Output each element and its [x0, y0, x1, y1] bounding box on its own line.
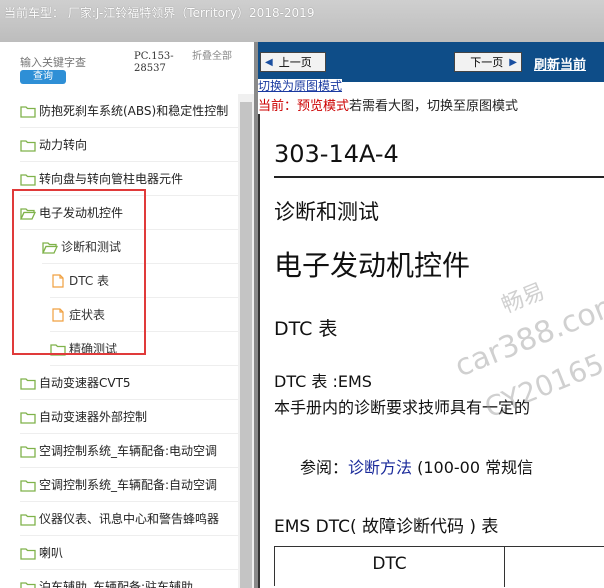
dtc-column-header: DTC [275, 547, 505, 587]
arrow-left-icon: ◀ [265, 56, 273, 68]
content-panel: ◀ 上一页 下一页 ▶ 刷新当前 切换为原图模式 当前：预览模式若需看大图，切换… [258, 42, 604, 588]
folder-icon [20, 479, 36, 492]
next-page-label: 下一页 [470, 56, 504, 69]
tree-item-label: 转向盘与转向管柱电器元件 [39, 172, 184, 186]
tree-item-label: 喇叭 [39, 546, 64, 560]
highlight-box [12, 189, 146, 355]
search-input[interactable] [20, 54, 108, 70]
doc-ems-heading: DTC 表 :EMS [274, 372, 372, 391]
scrollbar-thumb[interactable] [240, 102, 252, 588]
mode-status: 当前：预览模式若需看大图，切换至原图模式 [258, 95, 518, 114]
folder-icon [20, 513, 36, 526]
page-nav-bar: ◀ 上一页 下一页 ▶ 刷新当前 [258, 42, 604, 82]
doc-title: 电子发动机控件 [274, 249, 471, 282]
refresh-link[interactable]: 刷新当前 [534, 54, 586, 73]
tree-item-transmission-external[interactable]: 自动变速器外部控制 [20, 400, 238, 434]
folder-icon [20, 139, 36, 152]
doc-section: 诊断和测试 [274, 200, 379, 224]
prev-page-label: 上一页 [278, 56, 312, 69]
tree-item-label: 自动变速器CVT5 [39, 376, 131, 390]
tree-item-instrument-cluster[interactable]: 仪器仪表、讯息中心和警告蜂鸣器 [20, 502, 238, 536]
collapse-all-link[interactable]: 折叠全部 [192, 51, 232, 63]
folder-icon [20, 411, 36, 424]
folder-icon [20, 105, 36, 118]
arrow-right-icon: ▶ [509, 56, 517, 68]
tree-item-label: 空调控制系统_车辆配备:电动空调 [39, 444, 218, 458]
dtc-table: DTC [274, 546, 604, 587]
doc-code: 303-14A-4 [274, 140, 399, 168]
search-area: 查询 PC.153-28537 折叠全部 [0, 42, 254, 92]
diagnosis-method-link[interactable]: 诊断方法 [348, 458, 412, 477]
tree-item-power-steering[interactable]: 动力转向 [20, 128, 238, 162]
next-page-button[interactable]: 下一页 ▶ [454, 52, 522, 72]
ref-prefix: 参阅： [300, 458, 349, 477]
folder-icon [20, 173, 36, 186]
window-title-bar: 当前车型： 厂家:J-江铃福特领界（Territory）2018-2019 [0, 0, 604, 42]
tree-item-ac-manual[interactable]: 空调控制系统_车辆配备:电动空调 [20, 434, 238, 468]
tree-item-label: 自动变速器外部控制 [39, 410, 148, 424]
doc-table-heading: EMS DTC( 故障诊断代码 ) 表 [274, 517, 499, 537]
content-left-border [258, 114, 260, 588]
tree-item-parking-aid[interactable]: 泊车辅助_车辆配备:驻车辅助 [20, 570, 238, 588]
folder-icon [20, 547, 36, 560]
tree-item-horn[interactable]: 喇叭 [20, 536, 238, 570]
doc-reference: 参阅：诊断方法 (100-00 常规信 [300, 454, 533, 478]
tree-item-ac-auto[interactable]: 空调控制系统_车辆配备:自动空调 [20, 468, 238, 502]
mode-current-label: 当前：预览模式 [258, 99, 350, 114]
tree-item-label: 泊车辅助_车辆配备:驻车辅助 [39, 580, 194, 588]
folder-icon [20, 377, 36, 390]
tree-item-abs[interactable]: 防抱死刹车系统(ABS)和稳定性控制 [20, 94, 238, 128]
window-title: 当前车型： 厂家:J-江铃福特领界（Territory）2018-2019 [4, 6, 315, 20]
left-panel: 查询 PC.153-28537 折叠全部 防抱死刹车系统(ABS)和稳定性控制 … [0, 42, 254, 588]
tree-item-label: 防抱死刹车系统(ABS)和稳定性控制 [39, 104, 229, 118]
tree-item-cvt5[interactable]: 自动变速器CVT5 [20, 366, 238, 400]
search-button[interactable]: 查询 [20, 70, 66, 84]
tree-item-label: 空调控制系统_车辆配备:自动空调 [39, 478, 218, 492]
sidebar-scrollbar[interactable] [238, 94, 254, 588]
tree-item-label: 动力转向 [39, 138, 88, 152]
mode-hint: 若需看大图，切换至原图模式 [349, 99, 519, 114]
doc-subtitle: DTC 表 [274, 318, 338, 340]
prev-page-button[interactable]: ◀ 上一页 [260, 52, 326, 72]
folder-icon [20, 445, 36, 458]
tree-item-label: 仪器仪表、讯息中心和警告蜂鸣器 [39, 512, 220, 526]
ref-suffix: (100-00 常规信 [412, 458, 534, 477]
switch-original-mode-link[interactable]: 切换为原图模式 [258, 79, 343, 93]
watermark-brand: 畅易 [498, 279, 549, 319]
manual-code: PC.153-28537 [134, 51, 174, 74]
folder-icon [20, 581, 36, 588]
doc-rule [274, 176, 604, 178]
